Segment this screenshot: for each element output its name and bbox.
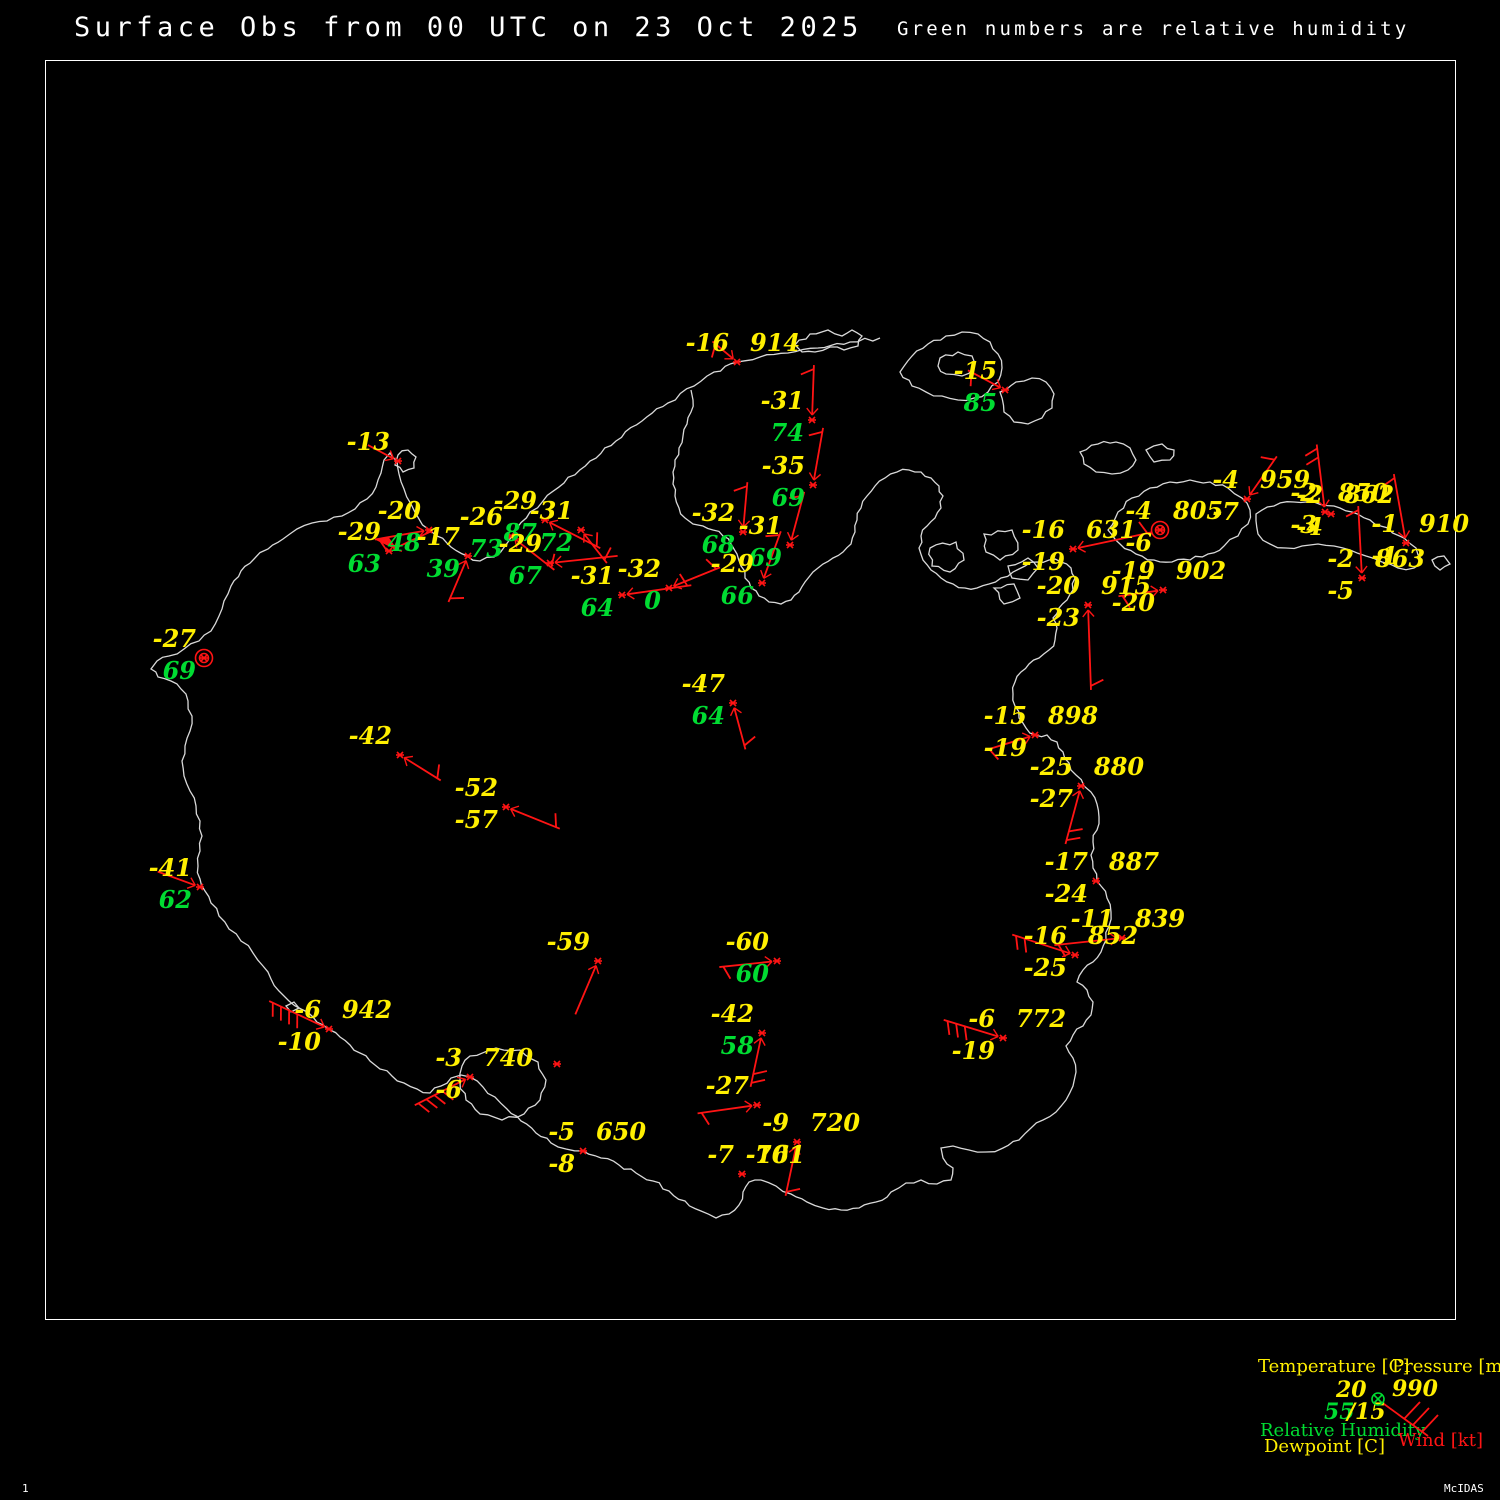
mcidas-credit: McIDAS — [1444, 1482, 1484, 1495]
legend-station-symbol-icon — [1371, 1392, 1385, 1406]
legend-wind-barb-icon — [1383, 1401, 1439, 1437]
legend-symbols — [1371, 1392, 1439, 1437]
page-number: 1 — [22, 1482, 29, 1495]
surface-obs-map: Surface Obs from 00 UTC on 23 Oct 2025 G… — [0, 0, 1500, 1500]
